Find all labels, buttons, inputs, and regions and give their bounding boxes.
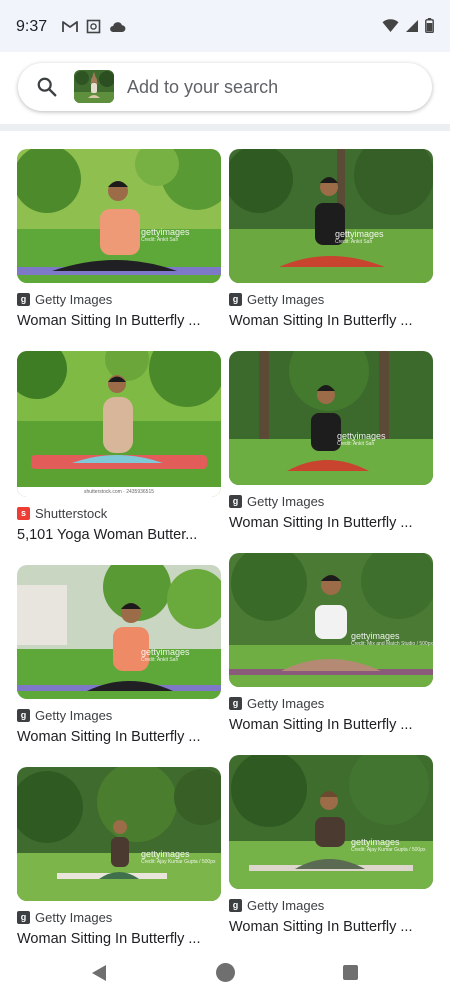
signal-icon xyxy=(406,19,418,32)
source-name: Getty Images xyxy=(247,493,325,509)
result-card[interactable]: gettyimages Credit: Mix and Match Studio… xyxy=(229,553,433,733)
battery-icon xyxy=(425,18,434,33)
getty-logo-icon: g xyxy=(17,708,30,722)
source-name: Getty Images xyxy=(247,897,325,913)
navigation-bar xyxy=(0,946,450,1000)
source-name: Shutterstock xyxy=(35,505,108,521)
result-source[interactable]: g Getty Images xyxy=(17,707,221,723)
status-time: 9:37 xyxy=(16,18,48,35)
result-image[interactable]: gettyimages Credit: Ankit Sah xyxy=(229,149,433,283)
source-name: Getty Images xyxy=(35,707,113,723)
result-title[interactable]: Woman Sitting In Butterfly ... xyxy=(229,515,433,531)
result-source[interactable]: g Getty Images xyxy=(17,291,221,307)
getty-logo-icon: g xyxy=(17,292,30,306)
result-card[interactable]: gettyimages Credit: Ankit Sah g Getty Im… xyxy=(17,149,221,329)
result-card[interactable]: shutterstock.com · 2435936515 s Shutters… xyxy=(17,351,221,543)
result-source[interactable]: g Getty Images xyxy=(229,695,433,711)
search-area: Add to your search xyxy=(0,52,450,124)
result-card[interactable]: gettyimages Credit: Ajay Kumar Gupta / 5… xyxy=(229,755,433,935)
result-title[interactable]: Woman Sitting In Butterfly ... xyxy=(17,313,221,329)
back-icon[interactable] xyxy=(90,964,108,982)
status-right-icons xyxy=(382,18,434,33)
status-bar: 9:37 xyxy=(0,0,450,52)
getty-logo-icon: g xyxy=(229,494,242,508)
getty-logo-icon: g xyxy=(17,910,30,924)
image-results: gettyimages Credit: Ankit Sah g Getty Im… xyxy=(0,131,450,946)
results-column-left: gettyimages Credit: Ankit Sah g Getty Im… xyxy=(17,149,221,946)
search-placeholder[interactable]: Add to your search xyxy=(127,77,278,98)
result-card[interactable]: gettyimages Credit: Ankit Sah g Getty Im… xyxy=(229,351,433,531)
results-column-right: gettyimages Credit: Ankit Sah g Getty Im… xyxy=(229,149,433,946)
result-title[interactable]: Woman Sitting In Butterfly ... xyxy=(17,729,221,745)
gmail-icon xyxy=(62,21,78,32)
source-name: Getty Images xyxy=(35,909,113,925)
source-name: Getty Images xyxy=(35,291,113,307)
getty-logo-icon: g xyxy=(229,696,242,710)
shutterstock-logo-icon: s xyxy=(17,506,30,520)
result-image[interactable]: gettyimages Credit: Ankit Sah xyxy=(17,565,221,699)
query-image-thumbnail[interactable] xyxy=(74,70,114,103)
home-icon[interactable] xyxy=(216,963,235,982)
result-title[interactable]: Woman Sitting In Butterfly ... xyxy=(17,931,221,946)
result-title[interactable]: 5,101 Yoga Woman Butter... xyxy=(17,527,221,543)
status-left-icons xyxy=(62,19,126,34)
result-card[interactable]: gettyimages Credit: Ankit Sah g Getty Im… xyxy=(229,149,433,329)
result-title[interactable]: Woman Sitting In Butterfly ... xyxy=(229,919,433,935)
screenshot-icon xyxy=(86,19,101,34)
recents-icon[interactable] xyxy=(343,965,358,980)
result-source[interactable]: g Getty Images xyxy=(229,291,433,307)
result-card[interactable]: gettyimages Credit: Ajay Kumar Gupta / 5… xyxy=(17,767,221,946)
result-title[interactable]: Woman Sitting In Butterfly ... xyxy=(229,313,433,329)
cloud-icon xyxy=(110,21,126,32)
result-image[interactable]: gettyimages Credit: Mix and Match Studio… xyxy=(229,553,433,687)
search-bar[interactable]: Add to your search xyxy=(18,63,432,111)
result-image[interactable]: gettyimages Credit: Ajay Kumar Gupta / 5… xyxy=(229,755,433,889)
search-icon[interactable] xyxy=(36,76,58,98)
result-source[interactable]: g Getty Images xyxy=(229,493,433,509)
source-name: Getty Images xyxy=(247,291,325,307)
result-source[interactable]: s Shutterstock xyxy=(17,505,221,521)
result-image[interactable]: shutterstock.com · 2435936515 xyxy=(17,351,221,497)
getty-logo-icon: g xyxy=(229,898,242,912)
getty-logo-icon: g xyxy=(229,292,242,306)
wifi-icon xyxy=(382,18,399,32)
result-image[interactable]: gettyimages Credit: Ankit Sah xyxy=(229,351,433,485)
result-image[interactable]: gettyimages Credit: Ankit Sah xyxy=(17,149,221,283)
result-source[interactable]: g Getty Images xyxy=(229,897,433,913)
result-card[interactable]: gettyimages Credit: Ankit Sah g Getty Im… xyxy=(17,565,221,745)
source-name: Getty Images xyxy=(247,695,325,711)
section-divider xyxy=(0,124,450,131)
result-image[interactable]: gettyimages Credit: Ajay Kumar Gupta / 5… xyxy=(17,767,221,901)
result-title[interactable]: Woman Sitting In Butterfly ... xyxy=(229,717,433,733)
result-source[interactable]: g Getty Images xyxy=(17,909,221,925)
